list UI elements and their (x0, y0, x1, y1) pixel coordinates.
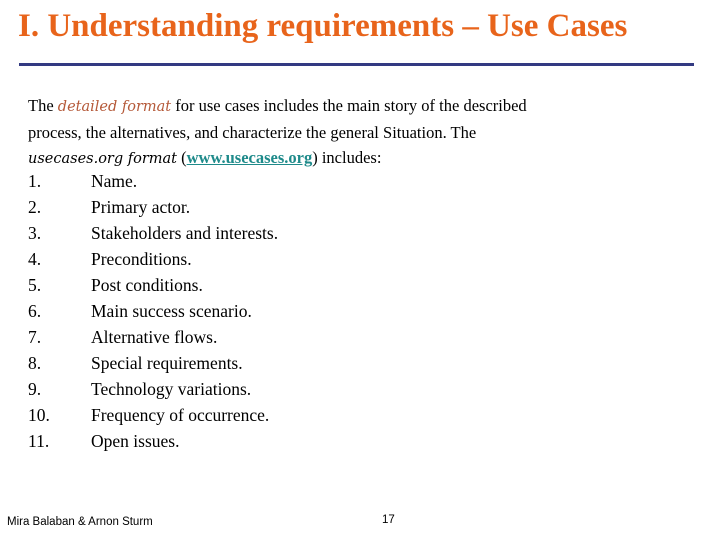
list-item: 7. Alternative flows. (28, 324, 278, 350)
list-item: 4. Preconditions. (28, 246, 278, 272)
item-number: 3. (28, 223, 42, 243)
title-divider (19, 63, 694, 66)
item-number: 9. (28, 379, 42, 399)
intro-text: ( (177, 148, 187, 167)
item-text: Open issues. (91, 431, 180, 451)
list-item: 8. Special requirements. (28, 350, 278, 376)
slide-title: I. Understanding requirements – Use Case… (18, 8, 628, 44)
intro-paragraph: The detailed format for use cases includ… (28, 93, 548, 172)
item-text: Preconditions. (91, 249, 192, 269)
list-item: 10. Frequency of occurrence. (28, 402, 278, 428)
item-number: 8. (28, 353, 42, 373)
list-item: 6. Main success scenario. (28, 298, 278, 324)
page-number: 17 (382, 514, 395, 526)
list-item: 11. Open issues. (28, 428, 278, 454)
list-item: 1. Name. (28, 168, 278, 194)
item-text: Special requirements. (91, 353, 243, 373)
intro-text: The (28, 96, 58, 115)
item-number: 5. (28, 275, 42, 295)
item-text: Name. (91, 171, 138, 191)
item-text: Stakeholders and interests. (91, 223, 279, 243)
item-number: 7. (28, 327, 42, 347)
detailed-format-emphasis: detailed format (57, 99, 172, 115)
item-text: Main success scenario. (91, 301, 252, 321)
item-number: 4. (28, 249, 42, 269)
list-item: 9. Technology variations. (28, 376, 278, 402)
footer-authors: Mira Balaban & Arnon Sturm (7, 516, 153, 528)
list-item: 3. Stakeholders and interests. (28, 220, 278, 246)
item-text: Alternative flows. (91, 327, 218, 347)
usecases-link[interactable]: www.usecases.org (187, 148, 313, 167)
list-item: 5. Post conditions. (28, 272, 278, 298)
item-number: 6. (28, 301, 42, 321)
item-text: Technology variations. (91, 379, 252, 399)
usecases-format-emphasis: usecases.org format (28, 151, 178, 167)
intro-text: ) includes: (312, 148, 382, 167)
use-case-fields-list: 1. Name. 2. Primary actor. 3. Stakeholders … (28, 168, 278, 454)
item-number: 1. (28, 171, 42, 191)
item-number: 11. (28, 431, 50, 451)
list-item: 2. Primary actor. (28, 194, 278, 220)
item-text: Frequency of occurrence. (91, 405, 270, 425)
item-number: 2. (28, 197, 42, 217)
item-text: Post conditions. (91, 275, 203, 295)
item-text: Primary actor. (91, 197, 191, 217)
item-number: 10. (28, 405, 50, 425)
